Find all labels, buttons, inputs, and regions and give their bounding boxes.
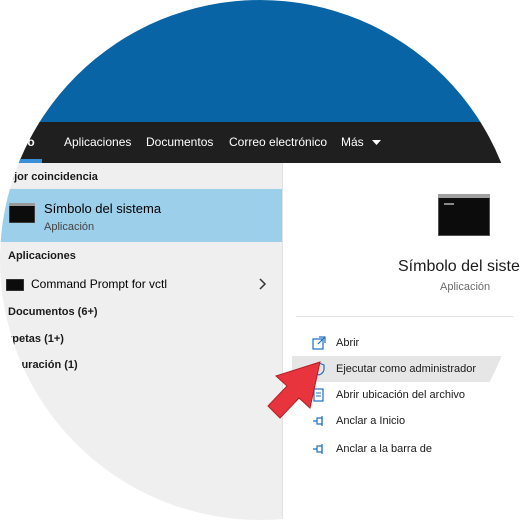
search-window-circle: do Aplicaciones Documentos Correo electr…	[0, 0, 520, 520]
best-match-title: Símbolo del sistema	[44, 201, 162, 216]
open-file-location-label: Abrir ubicación del archivo	[336, 389, 466, 401]
open-file-location-action[interactable]: Abrir ubicación del archivo	[292, 382, 520, 408]
terminal-icon	[6, 279, 24, 291]
best-match-header: ejor coincidencia	[8, 171, 98, 183]
tab-correo[interactable]: Correo electrónico	[229, 122, 327, 163]
search-category-tabs: do Aplicaciones Documentos Correo electr…	[0, 122, 520, 163]
best-match-subtitle: Aplicación	[44, 221, 95, 233]
pin-to-start-label: Anclar a Inicio	[336, 415, 406, 427]
run-as-admin-action[interactable]: Ejecutar como administrador	[292, 356, 520, 382]
tab-documentos[interactable]: Documentos	[146, 122, 213, 163]
tab-aplicaciones[interactable]: Aplicaciones	[64, 122, 131, 163]
preview-divider	[296, 316, 520, 317]
folders-header[interactable]: rpetas (1+)	[8, 333, 64, 345]
preview-subtitle: Aplicación	[440, 281, 491, 293]
run-as-admin-label: Ejecutar como administrador	[336, 363, 477, 375]
open-label: Abrir	[336, 337, 360, 349]
apps-header: Aplicaciones	[8, 250, 76, 262]
chevron-down-icon	[372, 139, 382, 145]
documents-header[interactable]: Documentos (6+)	[8, 306, 98, 318]
open-icon	[312, 336, 326, 350]
best-match-result[interactable]: Símbolo del sistema Aplicación	[0, 189, 282, 242]
tab-mas-label: Más	[341, 135, 364, 149]
app-result-row[interactable]: Command Prompt for vctl	[0, 271, 282, 297]
terminal-icon	[9, 203, 35, 223]
pin-to-taskbar-label: Anclar a la barra de	[336, 443, 432, 455]
tab-todo[interactable]: do	[20, 122, 35, 163]
pointer-arrow-icon	[267, 361, 321, 419]
pin-to-start-action[interactable]: Anclar a Inicio	[292, 408, 520, 434]
window-top-background	[0, 0, 520, 122]
open-action[interactable]: Abrir	[292, 330, 520, 356]
chevron-right-icon[interactable]	[259, 278, 267, 290]
app-preview-icon	[438, 194, 490, 236]
preview-title: Símbolo del sistema	[398, 258, 520, 275]
pin-to-taskbar-action[interactable]: Anclar a la barra de	[292, 436, 520, 462]
tab-mas[interactable]: Más	[341, 122, 382, 163]
pin-icon	[313, 444, 323, 454]
app-result-label: Command Prompt for vctl	[31, 277, 168, 291]
settings-header[interactable]: figuración (1)	[8, 359, 78, 371]
